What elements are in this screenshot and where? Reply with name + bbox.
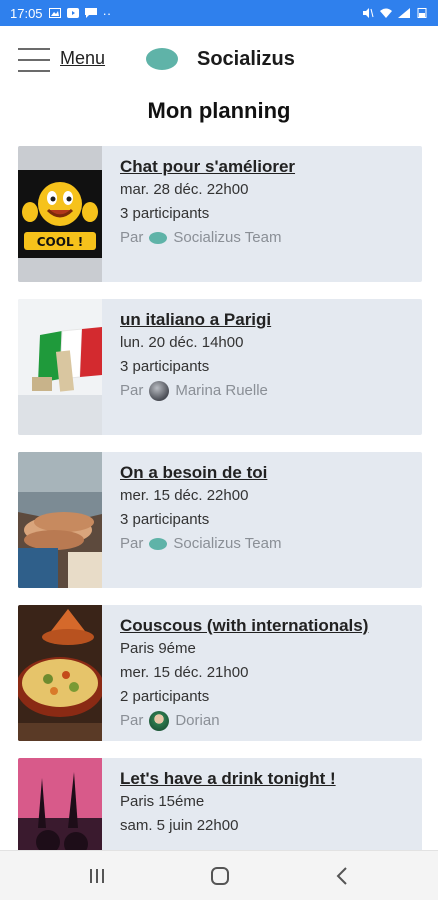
socializus-logo-icon xyxy=(149,232,168,244)
event-card[interactable]: On a besoin de toi mer. 15 déc. 22h00 3 … xyxy=(18,452,422,588)
event-date: sam. 5 juin 22h00 xyxy=(120,817,239,834)
menu-link[interactable]: Menu xyxy=(60,48,105,69)
hamburger-menu-icon[interactable] xyxy=(18,48,50,72)
back-icon[interactable] xyxy=(328,863,358,889)
event-title-link[interactable]: Let's have a drink tonight ! xyxy=(120,768,416,790)
organizer-avatar xyxy=(149,381,170,401)
event-title-link[interactable]: On a besoin de toi xyxy=(120,462,416,484)
event-date: mer. 15 déc. 22h00 xyxy=(120,487,249,504)
event-organizer: Par Dorian xyxy=(120,709,416,733)
event-list: COOL ! Chat pour s'améliorer mar. 28 déc… xyxy=(18,146,422,900)
signal-icon xyxy=(398,8,410,18)
event-card[interactable]: Couscous (with internationals) Paris 9ém… xyxy=(18,605,422,741)
event-details: Chat pour s'améliorer mar. 28 déc. 22h00… xyxy=(120,156,416,250)
cool-smiley-image: COOL ! xyxy=(18,146,102,282)
event-date: mer. 15 déc. 21h00 xyxy=(120,664,249,681)
organizer-prefix: Par xyxy=(120,229,144,246)
page-title: Mon planning xyxy=(147,98,291,123)
organizer-name: Socializus Team xyxy=(173,535,282,552)
event-card[interactable]: COOL ! Chat pour s'améliorer mar. 28 déc… xyxy=(18,146,422,282)
organizer-name: Marina Ruelle xyxy=(175,382,268,399)
mute-icon xyxy=(363,8,374,18)
recent-apps-icon[interactable] xyxy=(82,863,112,889)
message-notification-icon xyxy=(84,8,97,18)
event-participants: 3 participants xyxy=(120,205,210,222)
event-organizer: Par Marina Ruelle xyxy=(120,379,416,403)
event-date: mar. 28 déc. 22h00 xyxy=(120,181,249,198)
stacked-hands-image xyxy=(18,452,102,588)
organizer-prefix: Par xyxy=(120,712,144,729)
event-title-link[interactable]: un italiano a Parigi xyxy=(120,309,416,331)
more-notifications-icon: ·· xyxy=(102,5,112,21)
status-bar: 17:05 ·· xyxy=(0,0,438,26)
couscous-dish-image xyxy=(18,605,102,741)
event-participants: 3 participants xyxy=(120,358,210,375)
event-participants: 2 participants xyxy=(120,688,210,705)
organizer-name: Socializus Team xyxy=(173,229,282,246)
italy-flag-image xyxy=(18,299,102,435)
app-header: Menu Socializus xyxy=(0,26,438,94)
status-time: 17:05 xyxy=(10,5,43,21)
event-details: Couscous (with internationals) Paris 9ém… xyxy=(120,615,416,733)
organizer-name: Dorian xyxy=(175,712,220,729)
event-details: On a besoin de toi mer. 15 déc. 22h00 3 … xyxy=(120,462,416,556)
wifi-icon xyxy=(380,8,392,18)
gallery-notification-icon xyxy=(48,8,61,18)
organizer-avatar xyxy=(149,711,170,731)
socializus-logo-icon xyxy=(146,48,178,70)
home-icon[interactable] xyxy=(205,863,235,889)
battery-icon xyxy=(417,8,427,18)
system-navigation-bar xyxy=(0,850,438,900)
organizer-prefix: Par xyxy=(120,382,144,399)
socializus-logo-icon xyxy=(149,538,168,550)
event-location: Paris 9éme xyxy=(120,640,196,657)
event-details: un italiano a Parigi lun. 20 déc. 14h00 … xyxy=(120,309,416,403)
event-date: lun. 20 déc. 14h00 xyxy=(120,334,244,351)
organizer-prefix: Par xyxy=(120,535,144,552)
event-participants: 3 participants xyxy=(120,511,210,528)
event-organizer: Par Socializus Team xyxy=(120,532,416,556)
event-card[interactable]: un italiano a Parigi lun. 20 déc. 14h00 … xyxy=(18,299,422,435)
event-location: Paris 15éme xyxy=(120,793,205,810)
event-details: Let's have a drink tonight ! Paris 15éme… xyxy=(120,768,416,838)
event-title-link[interactable]: Chat pour s'améliorer xyxy=(120,156,416,178)
youtube-notification-icon xyxy=(66,8,79,18)
brand-name: Socializus xyxy=(197,48,295,70)
event-organizer: Par Socializus Team xyxy=(120,226,416,250)
svg-text:COOL !: COOL ! xyxy=(37,235,84,249)
event-title-link[interactable]: Couscous (with internationals) xyxy=(120,615,416,637)
